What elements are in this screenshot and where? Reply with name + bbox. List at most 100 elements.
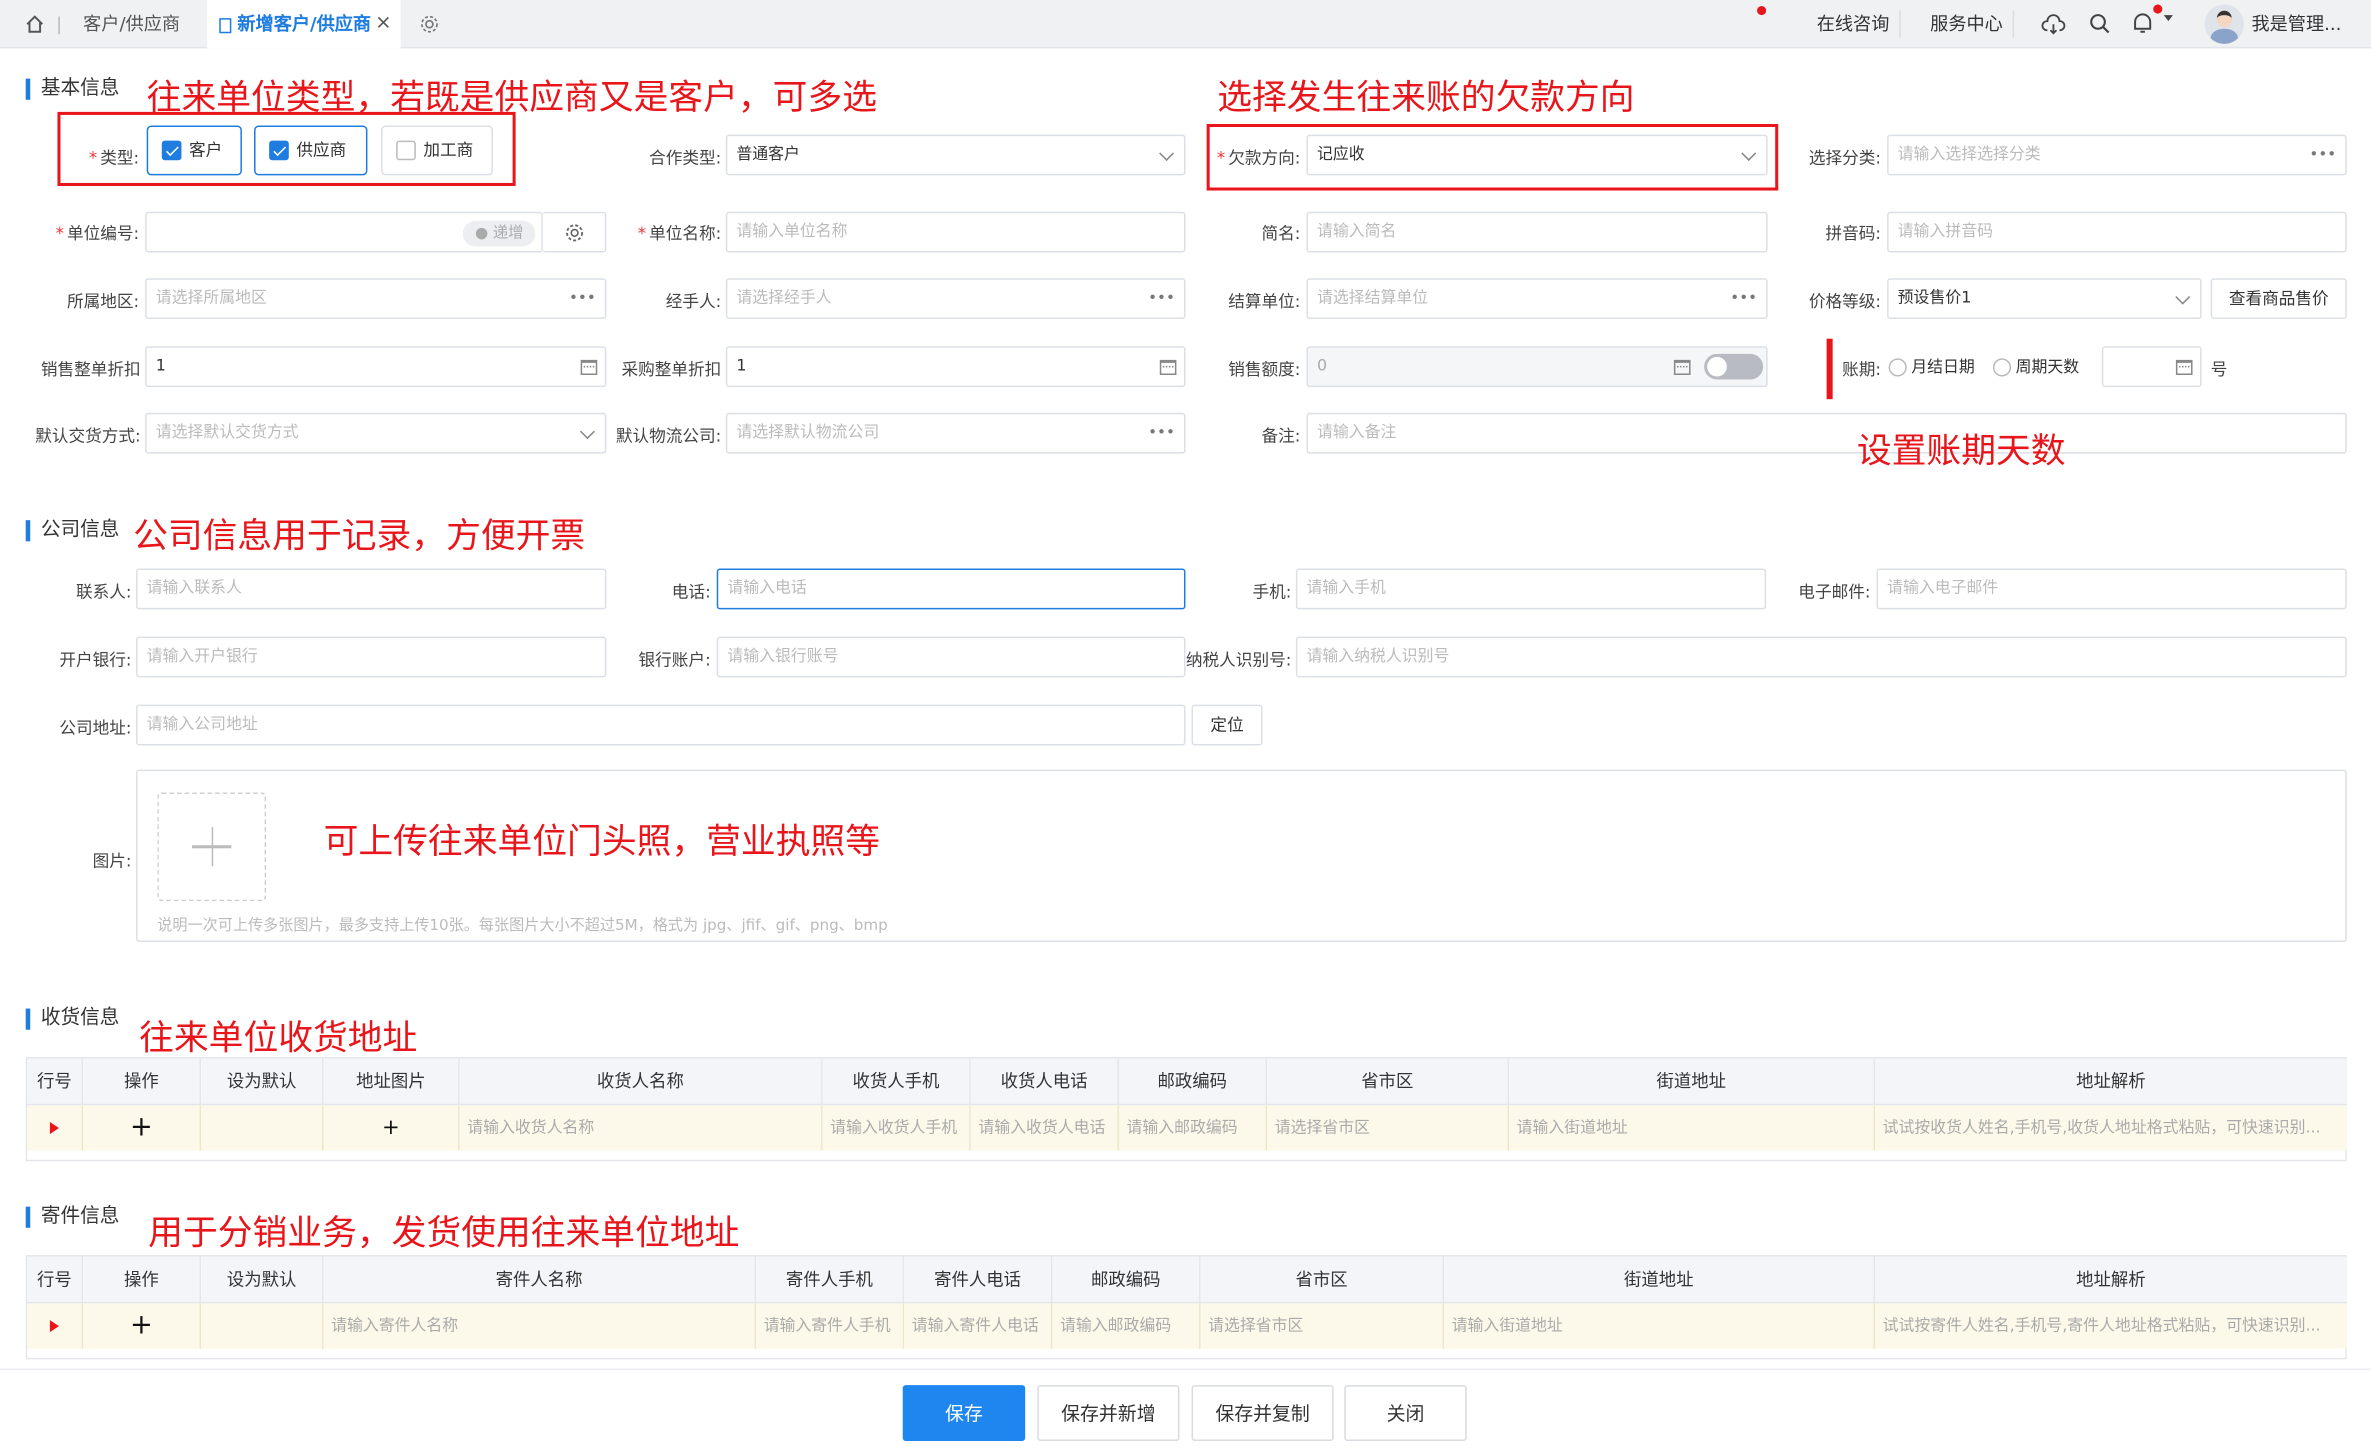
tab-new-customer-supplier[interactable]: 新增客户/供应商 × xyxy=(207,0,401,49)
tax-id-input[interactable]: 请输入纳税人识别号 xyxy=(1295,636,2347,678)
col-header-street: 街道地址 xyxy=(1444,1256,1876,1304)
delivery-select[interactable]: 请选择默认交货方式 xyxy=(145,412,607,454)
save-and-new-button[interactable]: 保存并新增 xyxy=(1037,1385,1180,1442)
address-input[interactable]: 请输入公司地址 xyxy=(136,704,1186,746)
more-icon[interactable]: ••• xyxy=(569,280,596,318)
receiver-name-cell[interactable]: 请输入收货人名称 xyxy=(459,1105,823,1151)
purchase-discount-label: 采购整单折扣 xyxy=(621,359,722,380)
receiver-phone-cell[interactable]: 请输入收货人电话 xyxy=(970,1105,1119,1151)
region-cell[interactable]: 请选择省市区 xyxy=(1267,1105,1510,1151)
price-level-select[interactable]: 预设售价1 xyxy=(1887,278,2202,320)
radio-monthly-date[interactable]: 月结日期 xyxy=(1888,358,1975,377)
code-input[interactable]: ● 递增 xyxy=(145,211,543,253)
col-header-region: 省市区 xyxy=(1200,1256,1445,1304)
sender-name-cell[interactable]: 请输入寄件人名称 xyxy=(323,1303,757,1349)
set-default-cell[interactable] xyxy=(201,1105,324,1151)
bank-input[interactable]: 请输入开户银行 xyxy=(136,636,607,678)
delivery-label: 默认交货方式: xyxy=(35,426,141,447)
calculator-icon[interactable] xyxy=(1159,359,1177,376)
save-button[interactable]: 保存 xyxy=(902,1385,1026,1442)
save-and-copy-button[interactable]: 保存并复制 xyxy=(1191,1385,1334,1442)
add-row-button[interactable]: + xyxy=(83,1303,202,1349)
avatar[interactable] xyxy=(2204,4,2244,44)
short-name-input[interactable]: 请输入简名 xyxy=(1306,211,1768,253)
col-header-action: 操作 xyxy=(83,1256,202,1304)
checkbox-processor[interactable]: 加工商 xyxy=(381,125,493,176)
region-input[interactable]: 请选择所属地区 ••• xyxy=(145,278,607,320)
calculator-icon[interactable] xyxy=(2175,359,2193,376)
email-input[interactable]: 请输入电子邮件 xyxy=(1876,568,2347,610)
street-cell[interactable]: 请输入街道地址 xyxy=(1509,1105,1876,1151)
add-address-image-button[interactable]: + xyxy=(323,1105,460,1151)
pinyin-label: 拼音码: xyxy=(1825,223,1882,244)
receiver-mobile-cell[interactable]: 请输入收货人手机 xyxy=(822,1105,971,1151)
receive-table: 行号 操作 设为默认 地址图片 收货人名称 收货人手机 收货人电话 邮政编码 省… xyxy=(25,1056,2347,1162)
sales-quota-toggle[interactable] xyxy=(1704,353,1764,380)
checkbox-customer[interactable]: 客户 xyxy=(146,125,242,176)
close-button[interactable]: 关闭 xyxy=(1344,1385,1467,1442)
sender-phone-cell[interactable]: 请输入寄件人电话 xyxy=(904,1303,1053,1349)
more-icon[interactable]: ••• xyxy=(2309,136,2336,174)
phone-input[interactable]: 请输入电话 xyxy=(716,568,1186,610)
settle-unit-input[interactable]: 请选择结算单位 ••• xyxy=(1306,278,1768,320)
postcode-cell[interactable]: 请输入邮政编码 xyxy=(1118,1105,1268,1151)
checkbox-supplier[interactable]: 供应商 xyxy=(254,125,368,176)
contact-input[interactable]: 请输入联系人 xyxy=(136,568,607,610)
sales-quota-input[interactable]: 0 xyxy=(1306,346,1768,388)
more-icon[interactable]: ••• xyxy=(1730,280,1757,318)
region-cell[interactable]: 请选择省市区 xyxy=(1200,1303,1445,1349)
category-input[interactable]: 请输入选择选择分类 ••• xyxy=(1887,134,2347,176)
col-header-region: 省市区 xyxy=(1267,1058,1510,1106)
settle-unit-placeholder: 请选择结算单位 xyxy=(1317,288,1429,307)
image-upload-button[interactable] xyxy=(157,792,267,902)
home-icon[interactable] xyxy=(24,14,45,35)
more-icon[interactable]: ••• xyxy=(1148,280,1175,318)
bank-account-input[interactable]: 请输入银行账号 xyxy=(716,636,1186,678)
service-center-link[interactable]: 服务中心 xyxy=(1920,10,2015,38)
logistics-placeholder: 请选择默认物流公司 xyxy=(736,423,880,442)
mobile-input[interactable]: 请输入手机 xyxy=(1295,568,1767,610)
debt-direction-select[interactable]: 记应收 xyxy=(1306,134,1768,176)
online-consult-link[interactable]: 在线咨询 xyxy=(1807,10,1901,38)
radio-cycle-days[interactable]: 周期天数 xyxy=(1992,358,2079,377)
term-days-input[interactable] xyxy=(2101,346,2202,388)
footer-action-bar: 保存 保存并新增 保存并复制 关闭 xyxy=(0,1368,2371,1453)
search-icon[interactable] xyxy=(2088,12,2111,35)
name-input[interactable]: 请输入单位名称 xyxy=(725,211,1186,253)
pinyin-input[interactable]: 请输入拼音码 xyxy=(1887,211,2347,253)
col-header-receiver-phone: 收货人电话 xyxy=(970,1058,1119,1106)
purchase-discount-input[interactable]: 1 xyxy=(725,346,1186,388)
sale-discount-input[interactable]: 1 xyxy=(145,346,607,388)
remark-input[interactable]: 请输入备注 xyxy=(1306,412,2347,454)
annotation-debt-direction: 选择发生往来账的欠款方向 xyxy=(1217,78,1635,118)
chevron-down-icon[interactable] xyxy=(2163,15,2173,22)
calculator-icon[interactable] xyxy=(580,359,598,376)
col-header-row-no: 行号 xyxy=(27,1256,84,1304)
sender-mobile-cell[interactable]: 请输入寄件人手机 xyxy=(756,1303,905,1349)
phone-label: 电话: xyxy=(671,582,711,602)
plus-icon-vertical xyxy=(210,827,214,867)
close-tab-icon[interactable]: × xyxy=(375,0,391,48)
locate-button[interactable]: 定位 xyxy=(1191,704,1263,746)
coop-type-select[interactable]: 普通客户 xyxy=(725,134,1186,176)
address-parse-cell[interactable]: 试试按寄件人姓名,手机号,寄件人地址格式粘贴，可快速识别... xyxy=(1875,1303,2347,1349)
view-product-price-button[interactable]: 查看商品售价 xyxy=(2210,278,2347,320)
price-level-label: 价格等级: xyxy=(1808,291,1882,312)
bell-icon[interactable] xyxy=(2131,11,2155,37)
user-name[interactable]: 我是管理... xyxy=(2252,11,2342,38)
address-parse-cell[interactable]: 试试按收货人姓名,手机号,收货人地址格式粘贴，可快速识别... xyxy=(1875,1105,2347,1151)
street-cell[interactable]: 请输入街道地址 xyxy=(1444,1303,1876,1349)
sale-discount-label: 销售整单折扣 xyxy=(40,359,141,380)
more-icon[interactable]: ••• xyxy=(1148,414,1175,452)
chevron-down-icon xyxy=(1159,145,1175,161)
chevron-down-icon xyxy=(1741,145,1757,161)
postcode-cell[interactable]: 请输入邮政编码 xyxy=(1052,1303,1201,1349)
tab-customer-supplier[interactable]: 客户/供应商 xyxy=(83,0,180,48)
logistics-input[interactable]: 请选择默认物流公司 ••• xyxy=(725,412,1186,454)
handler-input[interactable]: 请选择经手人 ••• xyxy=(725,278,1186,320)
add-row-button[interactable]: + xyxy=(83,1105,202,1151)
code-settings-button[interactable] xyxy=(542,211,607,253)
gear-icon[interactable] xyxy=(419,14,440,35)
set-default-cell[interactable] xyxy=(201,1303,324,1349)
cloud-download-icon[interactable] xyxy=(2041,12,2066,36)
